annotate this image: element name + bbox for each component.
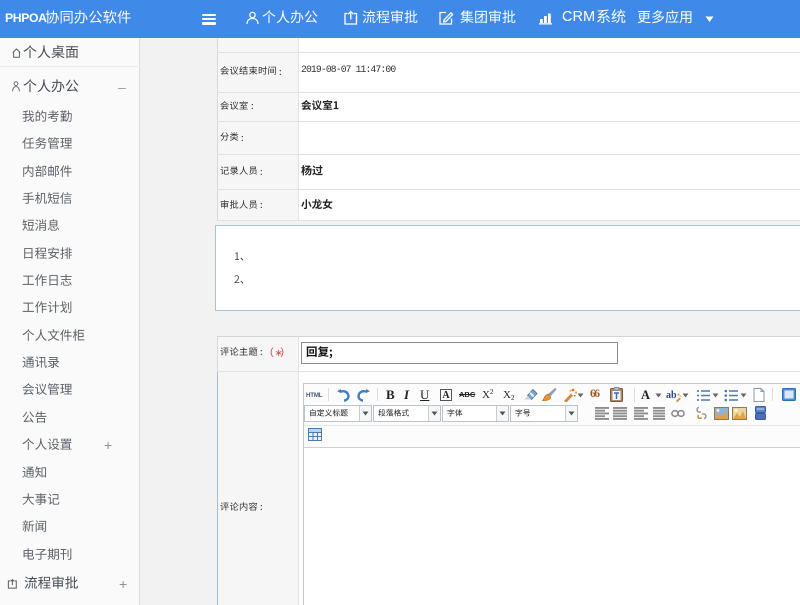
svg-text:ab: ab xyxy=(666,390,677,401)
